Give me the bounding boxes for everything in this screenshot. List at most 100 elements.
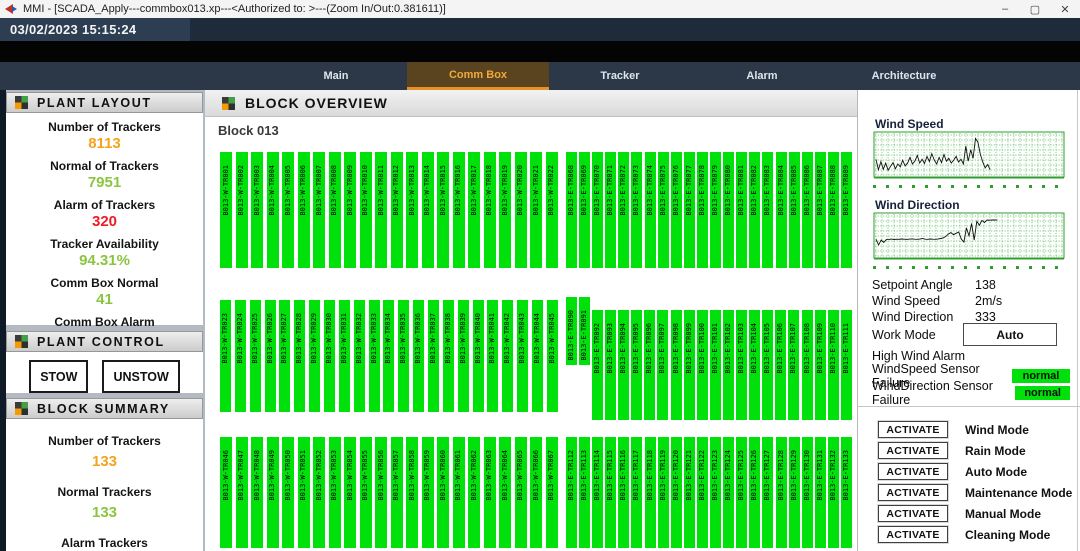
tracker-bar[interactable]: B013-E-TR079 [710, 152, 721, 268]
tab-alarm[interactable]: Alarm [691, 62, 833, 90]
tracker-bar[interactable]: B013-E-TR086 [802, 152, 813, 268]
tracker-bar[interactable]: B013-E-TR113 [579, 437, 590, 548]
tracker-bar[interactable]: B013-E-TR076 [671, 152, 682, 268]
tracker-bar[interactable]: B013-E-TR101 [710, 310, 721, 420]
tracker-bar[interactable]: B013-W-TR060 [437, 437, 449, 548]
tracker-bar[interactable]: B013-E-TR133 [841, 437, 852, 548]
tracker-bar[interactable]: B013-E-TR082 [749, 152, 760, 268]
tracker-bar[interactable]: B013-W-TR067 [546, 437, 558, 548]
tracker-bar[interactable]: B013-W-TR040 [473, 300, 484, 412]
activate-button-manual-mode[interactable]: ACTIVATE [878, 505, 948, 522]
tracker-bar[interactable]: B013-W-TR064 [499, 437, 511, 548]
tracker-bar[interactable]: B013-W-TR008 [329, 152, 341, 268]
tracker-bar[interactable]: B013-W-TR010 [360, 152, 372, 268]
tracker-bar[interactable]: B013-W-TR022 [546, 152, 558, 268]
tab-tracker[interactable]: Tracker [549, 62, 691, 90]
tracker-bar[interactable]: B013-E-TR132 [828, 437, 839, 548]
tracker-bar[interactable]: B013-E-TR106 [775, 310, 786, 420]
tracker-bar[interactable]: B013-W-TR036 [413, 300, 424, 412]
stow-button[interactable]: STOW [29, 360, 88, 393]
tracker-bar[interactable]: B013-E-TR126 [749, 437, 760, 548]
tracker-bar[interactable]: B013-E-TR072 [618, 152, 629, 268]
tracker-bar[interactable]: B013-W-TR058 [406, 437, 418, 548]
tracker-bar[interactable]: B013-W-TR038 [443, 300, 454, 412]
tracker-bar[interactable]: B013-E-TR090 [566, 297, 577, 365]
tracker-bar[interactable]: B013-E-TR120 [671, 437, 682, 548]
tracker-bar[interactable]: B013-E-TR115 [605, 437, 616, 548]
close-button[interactable]: ✕ [1050, 0, 1080, 18]
tracker-bar[interactable]: B013-W-TR050 [282, 437, 294, 548]
work-mode-selector[interactable]: Auto [963, 323, 1057, 346]
tracker-bar[interactable]: B013-W-TR048 [251, 437, 263, 548]
tracker-bar[interactable]: B013-E-TR097 [657, 310, 668, 420]
tracker-bar[interactable]: B013-E-TR074 [645, 152, 656, 268]
tracker-bar[interactable]: B013-W-TR004 [267, 152, 279, 268]
tracker-bar[interactable]: B013-W-TR029 [309, 300, 320, 412]
tracker-bar[interactable]: B013-E-TR070 [592, 152, 603, 268]
tracker-bar[interactable]: B013-W-TR028 [294, 300, 305, 412]
tracker-bar[interactable]: B013-W-TR003 [251, 152, 263, 268]
activate-button-maintenance-mode[interactable]: ACTIVATE [878, 484, 948, 501]
tracker-bar[interactable]: B013-E-TR075 [658, 152, 669, 268]
tracker-bar[interactable]: B013-E-TR095 [631, 310, 642, 420]
tracker-bar[interactable]: B013-W-TR063 [484, 437, 496, 548]
tracker-bar[interactable]: B013-E-TR117 [631, 437, 642, 548]
tracker-bar[interactable]: B013-W-TR032 [354, 300, 365, 412]
tracker-bar[interactable]: B013-E-TR121 [684, 437, 695, 548]
tracker-bar[interactable]: B013-W-TR062 [468, 437, 480, 548]
tracker-bar[interactable]: B013-W-TR011 [375, 152, 387, 268]
tracker-bar[interactable]: B013-E-TR116 [618, 437, 629, 548]
activate-button-wind-mode[interactable]: ACTIVATE [878, 421, 948, 438]
tracker-bar[interactable]: B013-E-TR102 [723, 310, 734, 420]
tracker-bar[interactable]: B013-E-TR084 [776, 152, 787, 268]
tracker-bar[interactable]: B013-W-TR001 [220, 152, 232, 268]
tracker-bar[interactable]: B013-W-TR046 [220, 437, 232, 548]
tracker-bar[interactable]: B013-W-TR065 [515, 437, 527, 548]
tracker-bar[interactable]: B013-E-TR114 [592, 437, 603, 548]
tracker-bar[interactable]: B013-E-TR096 [644, 310, 655, 420]
activate-button-auto-mode[interactable]: ACTIVATE [878, 463, 948, 480]
tracker-bar[interactable]: B013-W-TR014 [422, 152, 434, 268]
activate-button-cleaning-mode[interactable]: ACTIVATE [878, 526, 948, 543]
tracker-bar[interactable]: B013-E-TR071 [605, 152, 616, 268]
tracker-bar[interactable]: B013-E-TR080 [723, 152, 734, 268]
tracker-bar[interactable]: B013-W-TR013 [406, 152, 418, 268]
tracker-bar[interactable]: B013-W-TR044 [532, 300, 543, 412]
tracker-bar[interactable]: B013-E-TR122 [697, 437, 708, 548]
tracker-bar[interactable]: B013-W-TR015 [437, 152, 449, 268]
tracker-bar[interactable]: B013-W-TR006 [298, 152, 310, 268]
tracker-bar[interactable]: B013-W-TR034 [383, 300, 394, 412]
tracker-bar[interactable]: B013-E-TR104 [749, 310, 760, 420]
tracker-bar[interactable]: B013-W-TR055 [360, 437, 372, 548]
tracker-bar[interactable]: B013-E-TR129 [789, 437, 800, 548]
tracker-bar[interactable]: B013-E-TR083 [762, 152, 773, 268]
tracker-bar[interactable]: B013-E-TR077 [684, 152, 695, 268]
tracker-bar[interactable]: B013-E-TR130 [802, 437, 813, 548]
tracker-bar[interactable]: B013-W-TR020 [515, 152, 527, 268]
tracker-bar[interactable]: B013-E-TR127 [762, 437, 773, 548]
tracker-bar[interactable]: B013-W-TR052 [313, 437, 325, 548]
tracker-bar[interactable]: B013-W-TR033 [369, 300, 380, 412]
tracker-bar[interactable]: B013-W-TR016 [453, 152, 465, 268]
tracker-bar[interactable]: B013-W-TR066 [530, 437, 542, 548]
tab-comm-box[interactable]: Comm Box [407, 62, 549, 90]
tracker-bar[interactable]: B013-E-TR108 [802, 310, 813, 420]
tracker-bar[interactable]: B013-W-TR047 [236, 437, 248, 548]
tracker-bar[interactable]: B013-E-TR098 [671, 310, 682, 420]
tracker-bar[interactable]: B013-W-TR031 [339, 300, 350, 412]
tracker-bar[interactable]: B013-W-TR027 [279, 300, 290, 412]
tracker-bar[interactable]: B013-E-TR118 [645, 437, 656, 548]
tracker-bar[interactable]: B013-E-TR073 [631, 152, 642, 268]
tracker-bar[interactable]: B013-W-TR054 [344, 437, 356, 548]
tracker-bar[interactable]: B013-W-TR045 [547, 300, 558, 412]
activate-button-rain-mode[interactable]: ACTIVATE [878, 442, 948, 459]
tracker-bar[interactable]: B013-W-TR024 [235, 300, 246, 412]
tracker-bar[interactable]: B013-W-TR009 [344, 152, 356, 268]
tracker-bar[interactable]: B013-E-TR087 [815, 152, 826, 268]
tracker-bar[interactable]: B013-W-TR005 [282, 152, 294, 268]
tracker-bar[interactable]: B013-W-TR030 [324, 300, 335, 412]
minimize-button[interactable]: – [990, 0, 1020, 18]
tracker-bar[interactable]: B013-W-TR042 [502, 300, 513, 412]
tracker-bar[interactable]: B013-E-TR091 [579, 297, 590, 365]
tracker-bar[interactable]: B013-E-TR089 [841, 152, 852, 268]
